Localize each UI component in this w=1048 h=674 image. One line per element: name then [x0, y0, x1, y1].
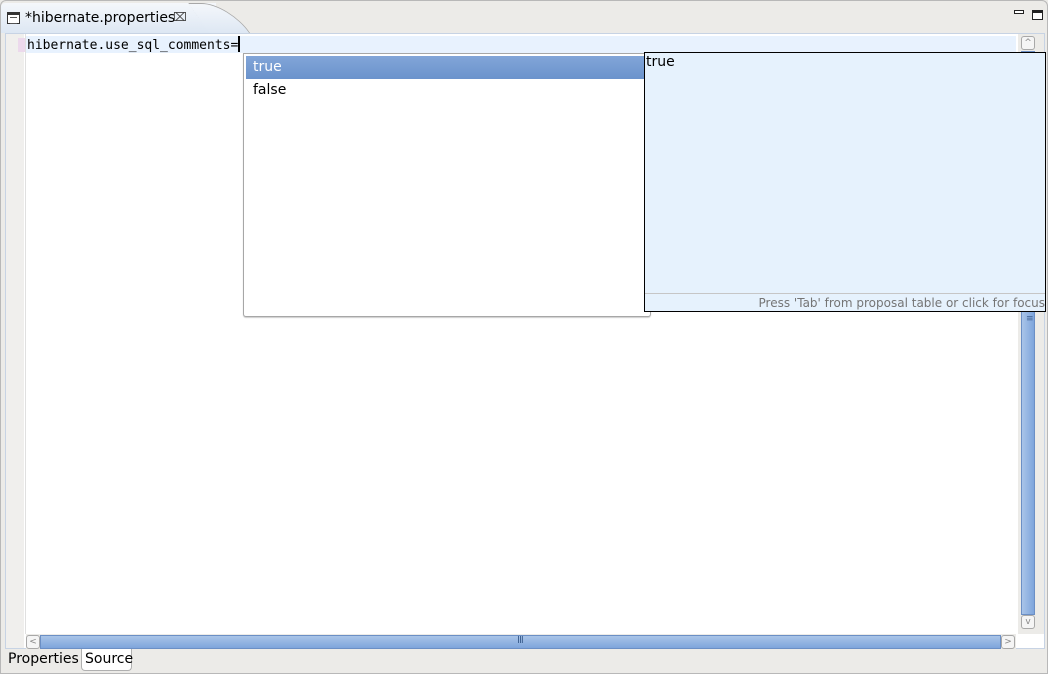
scroll-left-button[interactable]: < [26, 635, 40, 649]
editor-tab-hibernate-properties[interactable]: *hibernate.properties ⌧ [1, 3, 216, 33]
vertical-ruler [6, 34, 25, 648]
content-assist-proposals[interactable]: true false [243, 53, 651, 317]
proposal-true[interactable]: true [246, 56, 646, 79]
text-caret [238, 36, 241, 52]
proposal-false[interactable]: false [246, 79, 646, 102]
code-line[interactable]: hibernate.use_sql_comments= [27, 36, 241, 54]
editor-tab-bar: *hibernate.properties ⌧ [1, 1, 1047, 33]
grip-icon: ≡ [1026, 314, 1034, 324]
maximize-icon[interactable] [1032, 10, 1043, 20]
horizontal-scroll-thumb[interactable]: III [40, 635, 1001, 649]
grip-icon: III [517, 635, 524, 646]
change-marker [18, 38, 25, 52]
scroll-down-button[interactable]: v [1021, 615, 1035, 629]
tab-source[interactable]: Source [81, 649, 133, 671]
gutter-divider [25, 34, 26, 634]
tab-title: *hibernate.properties [25, 10, 176, 26]
properties-file-icon [7, 12, 20, 24]
code-text: hibernate.use_sql_comments= [27, 38, 239, 53]
proposal-info-text: true [646, 54, 675, 70]
minimize-icon[interactable] [1014, 10, 1024, 14]
editor-window: *hibernate.properties ⌧ hibernate.use_sq… [0, 0, 1048, 674]
scroll-up-button[interactable]: ^ [1021, 36, 1035, 50]
horizontal-scrollbar[interactable]: < III > [26, 634, 1016, 650]
tab-properties[interactable]: Properties [5, 649, 79, 671]
info-status-footer: Press 'Tab' from proposal table or click… [645, 293, 1045, 311]
proposal-info-popup[interactable]: true Press 'Tab' from proposal table or … [644, 52, 1046, 312]
scroll-right-button[interactable]: > [1001, 635, 1015, 649]
close-icon[interactable]: ⌧ [173, 10, 187, 24]
